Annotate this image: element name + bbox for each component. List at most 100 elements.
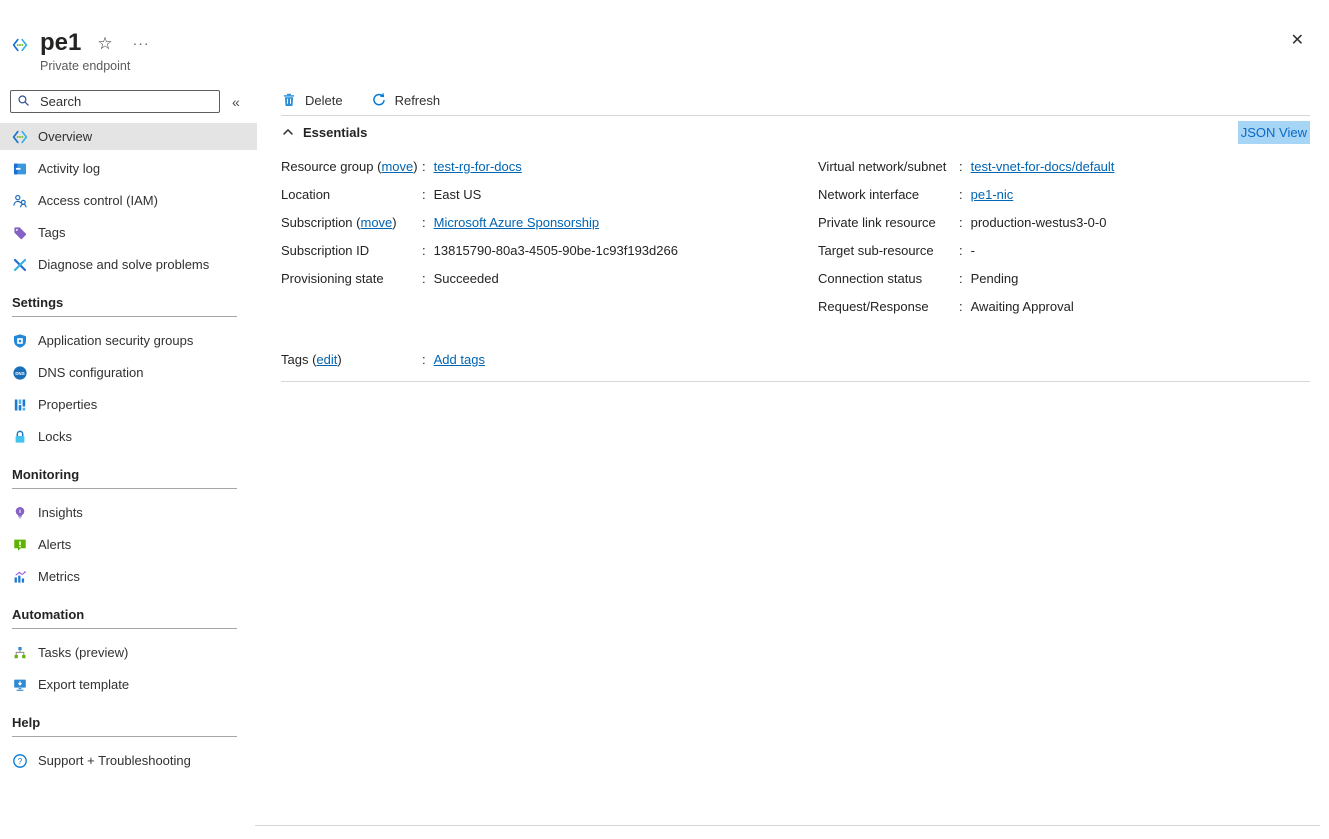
sidebar-item-application-security-groups[interactable]: Application security groups <box>0 327 257 354</box>
sidebar-group-header-automation: Automation <box>0 595 257 628</box>
field-value[interactable]: Add tags <box>434 350 485 369</box>
sidebar-item-tags[interactable]: Tags <box>0 219 257 246</box>
json-view-button[interactable]: JSON View <box>1238 121 1310 144</box>
colon-separator: : <box>959 269 963 288</box>
divider <box>12 488 237 489</box>
essentials-row-tags: Tags (edit):Add tags <box>281 350 1310 369</box>
title-block: pe1 ☆ ··· Private endpoint <box>40 30 150 73</box>
alerts-icon <box>12 537 28 553</box>
sidebar-item-label: Tasks (preview) <box>38 645 128 660</box>
sidebar-item-label: Export template <box>38 677 129 692</box>
delete-button[interactable]: Delete <box>281 92 343 108</box>
sidebar-item-access-control-iam[interactable]: Access control (IAM) <box>0 187 257 214</box>
sidebar-item-metrics[interactable]: Metrics <box>0 563 257 590</box>
essentials-row-subscription: Subscription (move):Microsoft Azure Spon… <box>281 213 818 232</box>
sidebar-item-label: Insights <box>38 505 83 520</box>
sidebar-item-label: Metrics <box>38 569 80 584</box>
sidebar-item-tasks-preview[interactable]: Tasks (preview) <box>0 639 257 666</box>
refresh-button-label: Refresh <box>395 93 441 108</box>
collapse-sidebar-icon[interactable]: « <box>232 94 240 110</box>
toolbar: Delete Refresh <box>281 85 1310 116</box>
essentials-row-target-sub-resource: Target sub-resource:- <box>818 241 1310 260</box>
refresh-button[interactable]: Refresh <box>371 92 441 108</box>
access-control-icon <box>12 193 28 209</box>
sidebar-item-label: Properties <box>38 397 97 412</box>
page: ✕ pe1 ☆ ··· Private endpoint « Overview A… <box>0 0 1329 839</box>
essentials-grid: Resource group (move):test-rg-for-docsLo… <box>281 157 1310 325</box>
field-value[interactable]: pe1-nic <box>971 185 1014 204</box>
divider <box>12 628 237 629</box>
field-value: Awaiting Approval <box>971 297 1074 316</box>
sidebar-item-support-troubleshooting[interactable]: ? Support + Troubleshooting <box>0 747 257 774</box>
sidebar: « Overview Activity log Access control (IA… <box>0 85 257 839</box>
support-icon: ? <box>12 753 28 769</box>
sidebar-item-label: Support + Troubleshooting <box>38 753 191 768</box>
colon-separator: : <box>959 297 963 316</box>
label-link-move[interactable]: move <box>381 159 413 174</box>
favorite-star-icon[interactable]: ☆ <box>97 35 112 52</box>
sidebar-item-insights[interactable]: Insights <box>0 499 257 526</box>
colon-separator: : <box>959 241 963 260</box>
sidebar-item-overview[interactable]: Overview <box>0 123 257 150</box>
sidebar-search-row: « <box>0 85 257 121</box>
metrics-icon <box>12 569 28 585</box>
divider <box>281 381 1310 382</box>
refresh-icon <box>371 92 387 108</box>
field-value: Pending <box>971 269 1019 288</box>
sidebar-item-label: Tags <box>38 225 65 240</box>
label-link-edit[interactable]: edit <box>316 352 337 367</box>
sidebar-item-label: Application security groups <box>38 333 193 348</box>
field-value[interactable]: Microsoft Azure Sponsorship <box>434 213 599 232</box>
sidebar-item-label: Access control (IAM) <box>38 193 158 208</box>
essentials-right-column: Virtual network/subnet:test-vnet-for-doc… <box>818 157 1310 325</box>
essentials-row-request-response: Request/Response:Awaiting Approval <box>818 297 1310 316</box>
tags-row-container: Tags (edit):Add tags <box>281 350 1310 369</box>
colon-separator: : <box>422 241 426 260</box>
divider <box>12 736 237 737</box>
sidebar-item-label: Alerts <box>38 537 71 552</box>
sidebar-item-diagnose-and-solve-problems[interactable]: Diagnose and solve problems <box>0 251 257 278</box>
field-label: Network interface <box>818 185 959 204</box>
sidebar-item-activity-log[interactable]: Activity log <box>0 155 257 182</box>
essentials-title: Essentials <box>303 125 367 140</box>
search-input[interactable] <box>38 93 215 110</box>
essentials-left-column: Resource group (move):test-rg-for-docsLo… <box>281 157 818 325</box>
essentials-row-virtual-network-subnet: Virtual network/subnet:test-vnet-for-doc… <box>818 157 1310 176</box>
sidebar-group-header-monitoring: Monitoring <box>0 455 257 488</box>
more-options-icon[interactable]: ··· <box>133 36 150 50</box>
sidebar-item-label: Overview <box>38 129 92 144</box>
search-icon <box>17 94 33 110</box>
application-security-groups-icon <box>12 333 28 349</box>
sidebar-item-label: Activity log <box>38 161 100 176</box>
trash-icon <box>281 92 297 108</box>
sidebar-item-export-template[interactable]: Export template <box>0 671 257 698</box>
field-label: Target sub-resource <box>818 241 959 260</box>
field-value[interactable]: test-vnet-for-docs/default <box>971 157 1115 176</box>
insights-icon <box>12 505 28 521</box>
field-value: production-westus3-0-0 <box>971 213 1107 232</box>
colon-separator: : <box>422 269 426 288</box>
sidebar-item-label: DNS configuration <box>38 365 144 380</box>
sidebar-item-alerts[interactable]: Alerts <box>0 531 257 558</box>
sidebar-item-locks[interactable]: Locks <box>0 423 257 450</box>
field-value: Succeeded <box>434 269 499 288</box>
tasks-icon <box>12 645 28 661</box>
chevron-up-icon[interactable] <box>281 125 295 139</box>
close-icon[interactable]: ✕ <box>1291 33 1304 49</box>
main-content: Delete Refresh Essentials JSON View Reso… <box>257 85 1329 839</box>
sidebar-item-dns-configuration[interactable]: DNSDNS configuration <box>0 359 257 386</box>
field-value[interactable]: test-rg-for-docs <box>434 157 522 176</box>
sidebar-item-properties[interactable]: Properties <box>0 391 257 418</box>
field-value: - <box>971 241 975 260</box>
svg-text:?: ? <box>18 757 23 766</box>
diagnose-icon <box>12 257 28 273</box>
locks-icon <box>12 429 28 445</box>
sidebar-group-header-settings: Settings <box>0 283 257 316</box>
label-link-move[interactable]: move <box>360 215 392 230</box>
field-value: East US <box>434 185 482 204</box>
field-label: Tags (edit) <box>281 350 422 369</box>
field-label: Subscription ID <box>281 241 422 260</box>
field-label: Connection status <box>818 269 959 288</box>
private-endpoint-icon <box>12 37 28 53</box>
search-box[interactable] <box>10 90 220 113</box>
